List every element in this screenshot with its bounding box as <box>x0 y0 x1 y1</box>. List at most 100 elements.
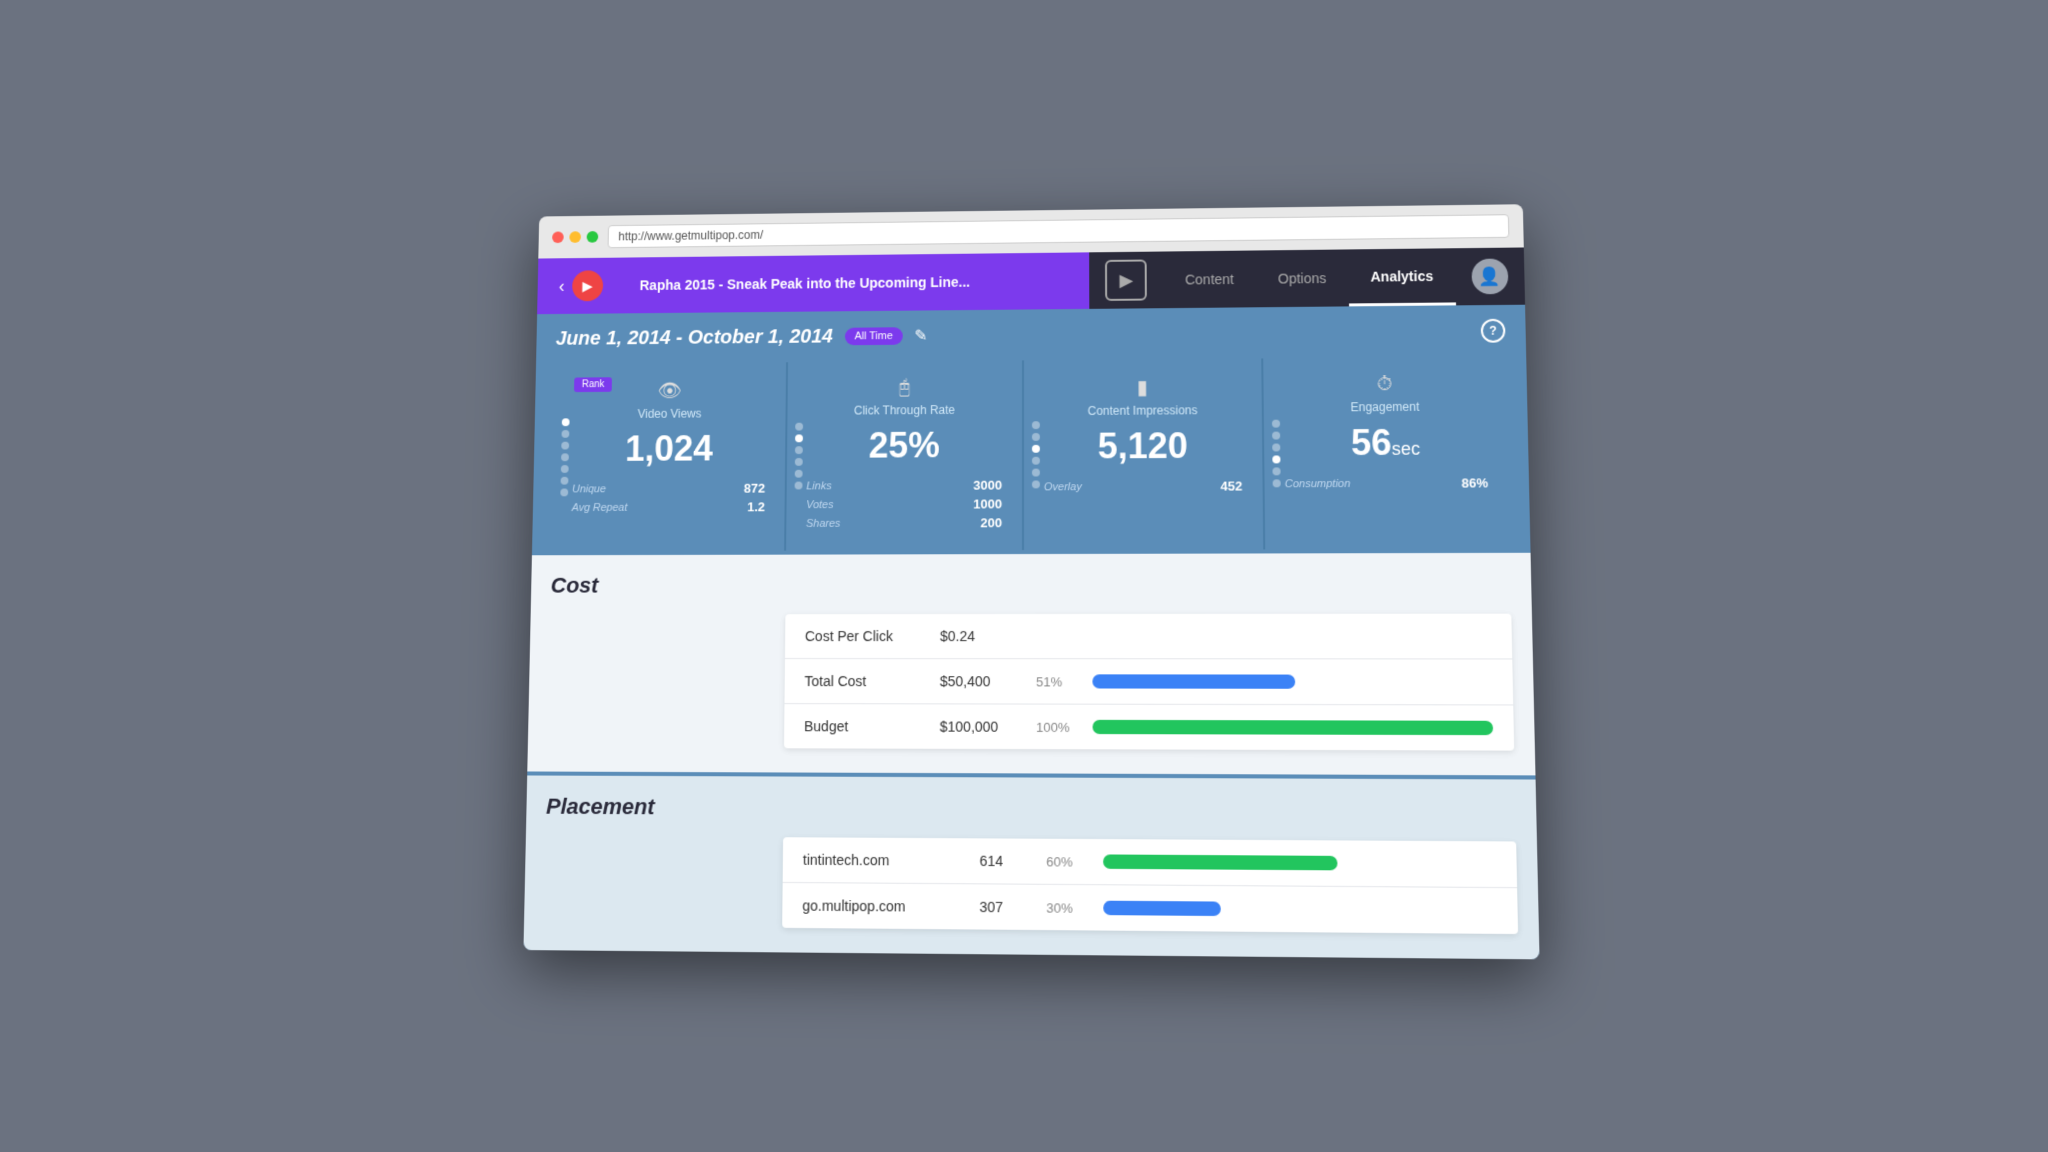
nav-content[interactable]: Content <box>1163 250 1256 308</box>
budget-value: $100,000 <box>940 718 1020 734</box>
maximize-button[interactable] <box>587 231 599 243</box>
engagement-unit: sec <box>1392 438 1421 458</box>
stat-label: Content Impressions <box>1044 403 1242 418</box>
nav-logo: ‹ ▶ <box>537 257 625 314</box>
multipop-count: 307 <box>979 898 1030 915</box>
back-icon[interactable]: ‹ <box>559 275 565 295</box>
shares-value: 200 <box>980 515 1002 530</box>
dot <box>560 488 568 496</box>
nav-links: Content Options Analytics <box>1163 248 1456 308</box>
dot <box>795 469 803 477</box>
nav-analytics[interactable]: Analytics <box>1348 248 1456 306</box>
stat-dots <box>560 418 569 496</box>
unique-label: Unique <box>572 482 606 494</box>
multipop-pct: 30% <box>1046 899 1087 915</box>
stat-dots <box>795 422 804 489</box>
unique-value: 872 <box>744 480 765 495</box>
impressions-icon: ▮ <box>1044 374 1242 400</box>
user-avatar[interactable]: 👤 <box>1471 258 1508 294</box>
edit-icon[interactable]: ✎ <box>914 326 927 346</box>
dot <box>1032 456 1040 464</box>
nav-title-bar: Rapha 2015 - Sneak Peak into the Upcomin… <box>624 252 1090 313</box>
help-icon[interactable]: ? <box>1481 318 1506 342</box>
stat-dots <box>1272 419 1281 487</box>
dot <box>795 457 803 465</box>
placement-section: Placement tintintech.com 614 60% go.mult… <box>523 775 1539 959</box>
minimize-button[interactable] <box>569 231 581 243</box>
placement-table: tintintech.com 614 60% go.multipop.com 3… <box>782 837 1518 934</box>
dot <box>1032 444 1040 452</box>
dot <box>795 434 803 442</box>
dot <box>1272 443 1280 451</box>
stat-sub-rows: Consumption 86% <box>1285 475 1489 491</box>
budget-bar <box>1093 719 1494 734</box>
tintintech-pct: 60% <box>1046 853 1087 869</box>
close-button[interactable] <box>552 231 564 243</box>
main-content: June 1, 2014 - October 1, 2014 All Time … <box>523 304 1539 959</box>
placement-title: Placement <box>546 793 1516 824</box>
dot <box>1032 468 1040 476</box>
total-cost-value: $50,400 <box>940 673 1020 689</box>
placement-row-multipop: go.multipop.com 307 30% <box>782 882 1518 933</box>
cost-row-total: Total Cost $50,400 51% <box>784 659 1513 705</box>
cpc-label: Cost Per Click <box>805 628 924 644</box>
tintintech-bar-wrap <box>1103 854 1496 871</box>
budget-bar-wrap <box>1093 719 1494 734</box>
timer-icon: ⏱ <box>1284 372 1487 396</box>
cursor-icon: 🖰 <box>807 376 1002 400</box>
address-bar[interactable]: http://www.getmultipop.com/ <box>608 214 1510 248</box>
video-preview-icon[interactable]: ▶ <box>1105 259 1147 300</box>
all-time-badge[interactable]: All Time <box>845 327 903 345</box>
stat-sub-row: Shares 200 <box>806 515 1002 531</box>
stats-grid: Rank 👁 Video Views 1,024 <box>551 356 1509 551</box>
stat-card-video-views: Rank 👁 Video Views 1,024 <box>551 362 788 551</box>
dot <box>795 446 803 454</box>
stat-value-ctr: 25% <box>807 424 1003 466</box>
date-range-text: June 1, 2014 - October 1, 2014 <box>556 325 833 350</box>
stat-label: Video Views <box>573 406 766 421</box>
nav-options[interactable]: Options <box>1256 249 1349 307</box>
budget-label: Budget <box>804 718 924 734</box>
cost-section: Cost Cost Per Click $0.24 Total Cost $50… <box>527 552 1535 775</box>
dot <box>1032 480 1040 488</box>
dot <box>1032 421 1040 429</box>
stat-sub-row: Unique 872 <box>572 480 765 496</box>
stat-dots <box>1032 421 1040 488</box>
dot <box>562 418 570 426</box>
dot <box>1272 431 1280 439</box>
consumption-label: Consumption <box>1285 477 1351 489</box>
cost-title: Cost <box>550 571 1511 599</box>
overlay-label: Overlay <box>1044 480 1082 492</box>
links-value: 3000 <box>973 477 1002 492</box>
stat-card-ctr: 🖰 Click Through Rate 25% Links 3000 Vote… <box>786 360 1024 550</box>
dot <box>562 429 570 437</box>
overlay-value: 452 <box>1220 478 1242 493</box>
stat-label: Click Through Rate <box>807 402 1002 417</box>
dot <box>561 465 569 473</box>
tintintech-count: 614 <box>980 852 1031 869</box>
shares-label: Shares <box>806 517 840 529</box>
stat-value-impressions: 5,120 <box>1044 424 1242 467</box>
multipop-bar-wrap <box>1103 900 1497 918</box>
votes-label: Votes <box>806 498 833 510</box>
placement-row-tintintech: tintintech.com 614 60% <box>783 837 1518 888</box>
dot <box>561 476 569 484</box>
multipop-label: go.multipop.com <box>802 897 963 915</box>
dot <box>795 481 803 489</box>
play-button[interactable]: ▶ <box>572 270 603 301</box>
stat-value-engagement: 56sec <box>1284 421 1488 464</box>
votes-value: 1000 <box>973 496 1002 511</box>
cost-table: Cost Per Click $0.24 Total Cost $50,400 … <box>784 613 1514 750</box>
dot <box>1273 479 1281 487</box>
date-range-bar: June 1, 2014 - October 1, 2014 All Time … <box>556 318 1506 350</box>
budget-pct: 100% <box>1036 719 1076 734</box>
dot <box>561 441 569 449</box>
dot <box>1032 433 1040 441</box>
stat-sub-row: Links 3000 <box>806 477 1002 493</box>
stat-card-engagement: ⏱ Engagement 56sec Consumption 86% <box>1263 356 1510 549</box>
nav-bar: ‹ ▶ Rapha 2015 - Sneak Peak into the Upc… <box>537 247 1525 314</box>
tintintech-bar <box>1103 854 1338 870</box>
browser-window: http://www.getmultipop.com/ ‹ ▶ Rapha 20… <box>523 204 1539 959</box>
dot <box>795 422 803 430</box>
total-cost-bar <box>1092 674 1295 688</box>
